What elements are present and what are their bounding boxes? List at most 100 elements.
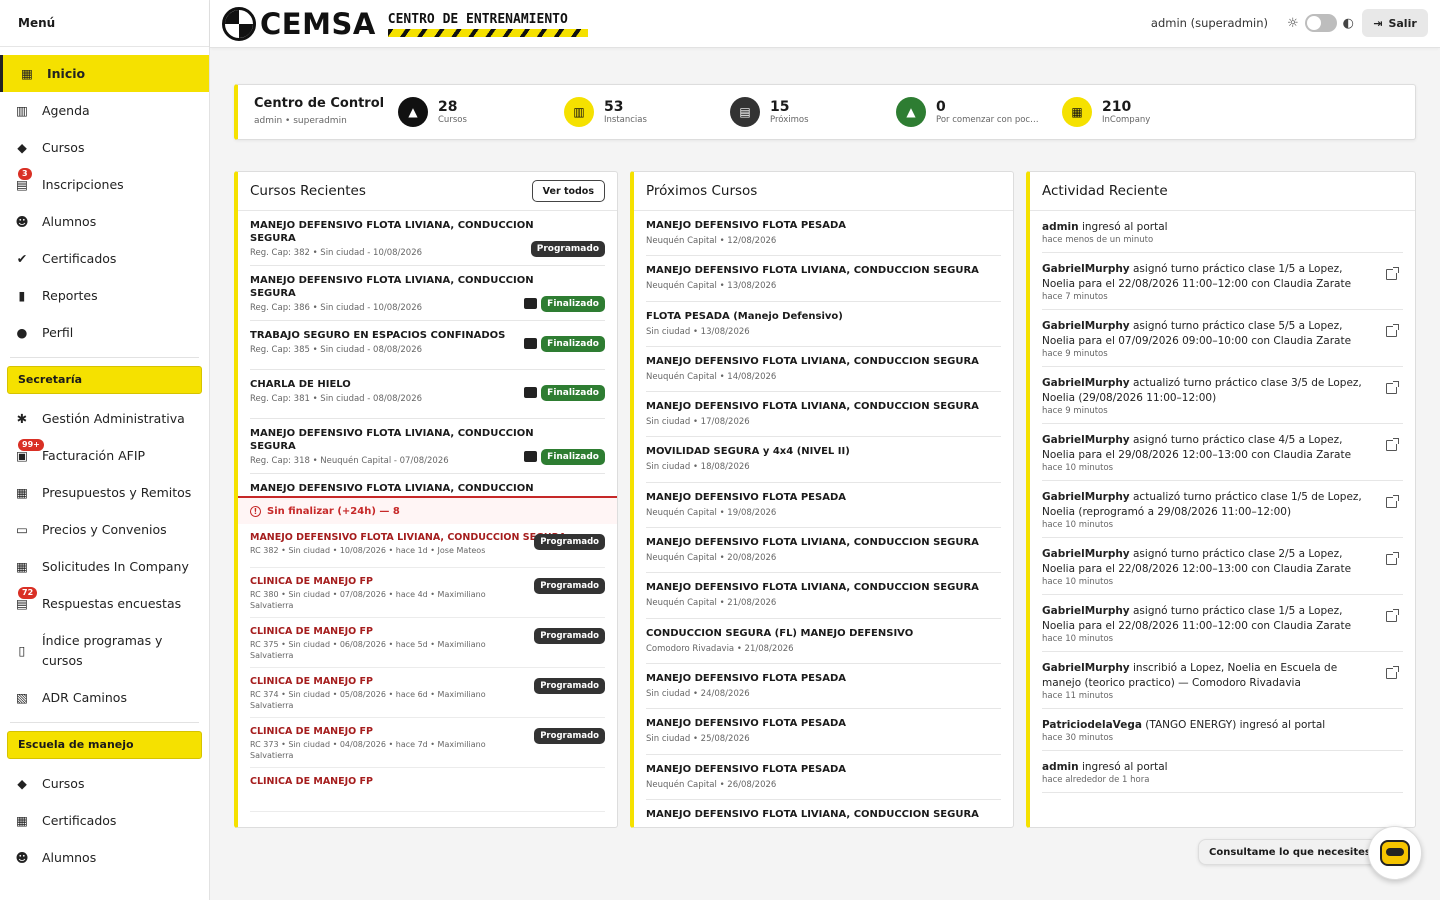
sidebar-item-perfil[interactable]: ● Perfil [0, 314, 209, 351]
upcoming-course-row[interactable]: MANEJO DEFENSIVO FLOTA LIVIANA, CONDUCCI… [646, 573, 1001, 619]
sidebar-item-inicio[interactable]: ▦ Inicio [0, 55, 209, 92]
assistant-bot-button[interactable] [1368, 826, 1422, 880]
sidebar-item-label: Cursos [42, 140, 85, 155]
sidebar-item-reportes[interactable]: ▮ Reportes [0, 277, 209, 314]
sidebar-item-gestión-administrativa[interactable]: ✱ Gestión Administrativa [0, 400, 209, 437]
sidebar-item-facturación-afip[interactable]: ▣ 99+ Facturación AFIP [0, 437, 209, 474]
activity-row: GabrielMurphy asignó turno práctico clas… [1042, 253, 1403, 310]
unfinished-course-row[interactable]: CLINICA DE MANEJO FP RC 373 • Sin ciudad … [250, 718, 605, 768]
ver-todos-button[interactable]: Ver todos [531, 180, 605, 202]
feedback-chat-icon[interactable] [524, 387, 537, 398]
status-badge: Programado [534, 678, 605, 694]
stat-pr-ximos[interactable]: ▤ 15 Próximos [730, 97, 809, 127]
activity-text: GabrielMurphy actualizó turno práctico c… [1042, 490, 1373, 520]
upcoming-course-row[interactable]: MOVILIDAD SEGURA y 4x4 (NIVEL II) Sin ciu… [646, 437, 1001, 483]
users-icon: ☻ [15, 214, 29, 229]
upcoming-course-row[interactable]: MANEJO DEFENSIVO FLOTA LIVIANA, CONDUCCI… [646, 528, 1001, 574]
activity-time: hace 10 minutos [1042, 520, 1114, 530]
upcoming-course-row[interactable]: MANEJO DEFENSIVO FLOTA LIVIANA, CONDUCCI… [646, 347, 1001, 393]
stat-label: Por comenzar con poc… [936, 115, 1039, 125]
cemsa-logo[interactable]: CEMSA CENTRO DE ENTRENAMIENTO [222, 7, 588, 41]
sidebar-item-adr-caminos[interactable]: ▧ ADR Caminos [0, 679, 209, 716]
stat-cursos[interactable]: ▲ 28 Cursos [398, 97, 467, 127]
external-link-icon[interactable] [1386, 438, 1399, 451]
course-title: MANEJO DEFENSIVO FLOTA LIVIANA, CONDUCCI… [646, 537, 979, 549]
course-meta: Comodoro Rivadavia • 21/08/2026 [646, 643, 794, 654]
course-row[interactable]: CHARLA DE HIELO Reg. Cap: 381 • Sin ciuda… [250, 370, 605, 419]
status-badge: Programado [534, 728, 605, 744]
course-row[interactable]: MANEJO DEFENSIVO FLOTA LIVIANA, CONDUCCI… [250, 266, 605, 321]
upcoming-course-row[interactable]: MANEJO DEFENSIVO FLOTA PESADA Sin ciudad … [646, 664, 1001, 710]
upcoming-course-row[interactable]: MANEJO DEFENSIVO FLOTA PESADA Neuquén Cap… [646, 483, 1001, 529]
feedback-chat-icon[interactable] [524, 298, 537, 309]
external-link-icon[interactable] [1386, 552, 1399, 565]
stat-text: 210 InCompany [1102, 99, 1150, 125]
sidebar-item-cursos[interactable]: ◆ Cursos [0, 129, 209, 166]
stat-por-comenzar-con-poc-[interactable]: ▲ 0 Por comenzar con poc… [896, 97, 1039, 127]
assistant-prompt-button[interactable]: Consultame lo que necesites [1198, 839, 1382, 865]
course-row[interactable]: MANEJO DEFENSIVO FLOTA LIVIANA, CONDUCCI… [250, 474, 605, 496]
external-link-icon[interactable] [1386, 666, 1399, 679]
external-link-icon[interactable] [1386, 381, 1399, 394]
course-row[interactable]: MANEJO DEFENSIVO FLOTA LIVIANA, CONDUCCI… [250, 419, 605, 474]
external-link-icon[interactable] [1386, 495, 1399, 508]
upcoming-course-row[interactable]: CONDUCCIÓN SEGURA (FL) MANEJO DEFENSIVO C… [646, 619, 1001, 664]
section-secretaria[interactable]: Secretaría [7, 366, 202, 394]
sidebar-item-índice-programas-y-cursos[interactable]: ▯ Índice programas y cursos [0, 622, 209, 679]
course-row[interactable]: TRABAJO SEGURO EN ESPACIOS CONFINADOS Reg… [250, 321, 605, 370]
main-nav: ▦ Inicio ▥ Agenda ◆ Cursos ▤ 3 Inscripciones ☻ Alu… [0, 47, 209, 351]
upcoming-course-row[interactable]: MANEJO DEFENSIVO FLOTA PESADA Neuquén Cap… [646, 755, 1001, 800]
sidebar-item-presupuestos-y-remitos[interactable]: ▦ Presupuestos y Remitos [0, 474, 209, 511]
logout-button[interactable]: ⇥ Salir [1362, 9, 1428, 37]
feedback-chat-icon[interactable] [524, 451, 537, 462]
course-meta: RC 373 • Sin ciudad • 04/08/2026 • hace … [250, 740, 486, 760]
feedback-chat-icon[interactable] [524, 338, 537, 349]
sidebar-item-precios-y-convenios[interactable]: ▭ Precios y Convenios [0, 511, 209, 548]
sidebar-item-label: Inicio [47, 66, 86, 81]
sidebar-item-label: Facturación AFIP [42, 448, 146, 463]
unfinished-course-row[interactable]: MANEJO DEFENSIVO FLOTA LIVIANA, CONDUCCI… [250, 524, 605, 568]
activity-actor: GabrielMurphy [1042, 662, 1130, 674]
sidebar-item-respuestas-encuestas[interactable]: ▤ 72 Respuestas encuestas [0, 585, 209, 622]
external-link-icon[interactable] [1386, 324, 1399, 337]
control-center: Centro de Control admin • superadmin ▲ 28… [234, 84, 1416, 140]
sidebar-item-inscripciones[interactable]: ▤ 3 Inscripciones [0, 166, 209, 203]
upcoming-course-row[interactable]: MANEJO DEFENSIVO FLOTA LIVIANA, CONDUCCI… [646, 256, 1001, 302]
unfinished-course-row[interactable]: CLINICA DE MANEJO FP [250, 768, 605, 812]
sidebar-item-agenda[interactable]: ▥ Agenda [0, 92, 209, 129]
stat-icon: ▥ [564, 97, 594, 127]
unfinished-course-row[interactable]: CLINICA DE MANEJO FP RC 375 • Sin ciudad … [250, 618, 605, 668]
course-row[interactable]: MANEJO DEFENSIVO FLOTA LIVIANA, CONDUCCI… [250, 211, 605, 266]
upcoming-course-row[interactable]: MANEJO DEFENSIVO FLOTA PESADA Sin ciudad … [646, 709, 1001, 755]
sidebar-item-solicitudes-in-company[interactable]: ▦ Solicitudes In Company [0, 548, 209, 585]
sidebar-item-alumnos[interactable]: ☻ Alumnos [0, 203, 209, 240]
sidebar-item-certificados[interactable]: ✔ Certificados [0, 240, 209, 277]
unfinished-course-row[interactable]: CLINICA DE MANEJO FP RC 380 • Sin ciudad … [250, 568, 605, 618]
sidebar-item-label: Gestión Administrativa [42, 411, 185, 426]
theme-toggle[interactable] [1304, 14, 1337, 32]
activity-actor: PatriciodelaVega [1042, 719, 1142, 731]
activity-text: GabrielMurphy asignó turno práctico clas… [1042, 547, 1373, 577]
upcoming-course-row[interactable]: MANEJO DEFENSIVO FLOTA PESADA Neuquén Cap… [646, 211, 1001, 257]
section-escuela-de-manejo[interactable]: Escuela de manejo [7, 731, 202, 759]
upcoming-course-row[interactable]: MANEJO DEFENSIVO FLOTA LIVIANA, CONDUCCI… [646, 800, 1001, 827]
course-meta: Sin ciudad • 17/08/2026 [646, 417, 750, 428]
stat-text: 53 Instancias [604, 99, 647, 125]
external-link-icon[interactable] [1386, 267, 1399, 280]
sidebar-item-alumnos[interactable]: ☻ Alumnos [0, 839, 209, 876]
status-badge: Programado [534, 578, 605, 594]
upcoming-course-row[interactable]: MANEJO DEFENSIVO FLOTA LIVIANA, CONDUCCI… [646, 392, 1001, 438]
recent-courses-panel: Cursos Recientes Ver todos MANEJO DEFENS… [234, 171, 618, 828]
unfinished-course-row[interactable]: CLINICA DE MANEJO FP RC 374 • Sin ciudad … [250, 668, 605, 718]
activity-actor: GabrielMurphy [1042, 263, 1130, 275]
unfinished-warning[interactable]: ! Sin finalizar (+24h) — 8 [238, 496, 617, 524]
course-meta: Sin ciudad • 24/08/2026 [646, 688, 750, 699]
activity-description: (TANGO ENERGY) ingresó al portal [1141, 719, 1326, 731]
stat-instancias[interactable]: ▥ 53 Instancias [564, 97, 647, 127]
external-link-icon[interactable] [1386, 609, 1399, 622]
stat-incompany[interactable]: ▦ 210 InCompany [1062, 97, 1150, 127]
sidebar-item-cursos[interactable]: ◆ Cursos [0, 765, 209, 802]
sidebar-item-certificados[interactable]: ▦ Certificados [0, 802, 209, 839]
upcoming-course-row[interactable]: FLOTA PESADA (Manejo Defensivo) Sin ciuda… [646, 302, 1001, 347]
stat-value: 0 [936, 99, 946, 115]
